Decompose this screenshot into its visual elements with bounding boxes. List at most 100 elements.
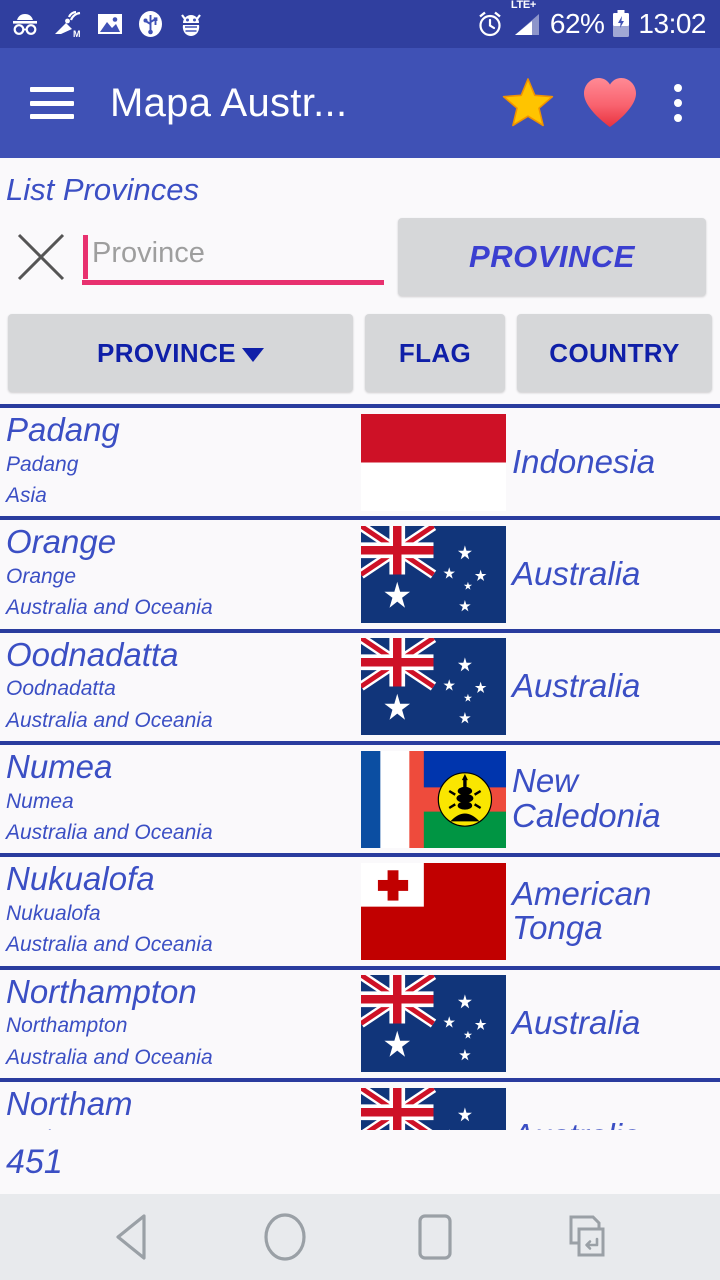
app-switch-icon[interactable] — [548, 1200, 622, 1274]
svg-text:M: M — [73, 29, 81, 38]
phone-screen: M LTE+ 62% 13:02 Mapa Austr... List Prov… — [0, 0, 720, 1280]
province-name: Nukualofa — [6, 860, 155, 898]
sort-by-country-button[interactable]: COUNTRY — [517, 314, 712, 392]
sort-by-province-button[interactable]: PROVINCE — [8, 314, 353, 392]
row-country-cell: New Caledonia — [508, 745, 720, 853]
search-field-wrapper — [82, 229, 384, 285]
android-debug-icon — [181, 13, 201, 36]
satellite-signal-icon: M — [55, 10, 81, 38]
province-capital: Northam — [6, 1125, 358, 1130]
search-field-underline — [82, 280, 384, 285]
province-capital: Padang — [6, 452, 79, 476]
battery-icon — [613, 10, 630, 37]
app-bar: Mapa Austr... — [0, 48, 720, 158]
row-province-cell: Orange Orange Australia and Oceania — [0, 520, 358, 628]
search-input[interactable] — [82, 229, 384, 280]
country-name: American Tonga — [512, 874, 652, 947]
province-name: Oodnadatta — [6, 635, 179, 673]
back-triangle-icon[interactable] — [98, 1200, 172, 1274]
row-province-cell: Northampton Northampton Australia and Oc… — [0, 970, 358, 1078]
hamburger-menu-icon[interactable] — [30, 87, 74, 119]
sort-country-label: COUNTRY — [549, 337, 680, 368]
recents-square-icon[interactable] — [398, 1200, 472, 1274]
province-region: Australia and Oceania — [6, 820, 213, 844]
country-name: New Caledonia — [512, 762, 661, 835]
province-name: Padang — [6, 411, 120, 449]
table-row[interactable]: Nukualofa Nukualofa Australia and Oceani… — [0, 857, 720, 970]
province-name: Orange — [6, 523, 117, 561]
filter-area: List Provinces PROVINCE — [0, 158, 720, 308]
row-country-cell: Australia — [508, 970, 720, 1078]
row-province-cell: Nukualofa Nukualofa Australia and Oceani… — [0, 857, 358, 965]
status-bar-right: LTE+ 62% 13:02 — [476, 0, 706, 39]
country-name: Australia — [512, 1118, 640, 1130]
province-region: Australia and Oceania — [6, 1045, 213, 1069]
star-icon[interactable] — [490, 77, 566, 129]
clear-x-icon[interactable] — [6, 222, 76, 292]
row-country-cell: Indonesia — [508, 408, 720, 516]
flag-australia-icon — [358, 520, 508, 628]
table-row[interactable]: Oodnadatta Oodnadatta Australia and Ocea… — [0, 632, 720, 745]
flag-australia-icon — [358, 970, 508, 1078]
row-country-cell: Australia — [508, 633, 720, 741]
country-name: Australia — [512, 555, 641, 593]
province-capital: Numea — [6, 789, 74, 813]
sort-button-row: PROVINCE FLAG COUNTRY — [0, 308, 720, 404]
province-name: Northampton — [6, 972, 197, 1010]
province-region: Australia and Oceania — [6, 933, 213, 957]
result-count-bar: 451 — [0, 1130, 720, 1194]
status-bar-left-icons: M — [10, 10, 205, 38]
chevron-down-icon — [242, 348, 264, 362]
text-cursor — [83, 235, 88, 279]
province-capital: Northampton — [6, 1014, 128, 1038]
row-country-cell: American Tonga — [508, 857, 720, 965]
heart-icon[interactable] — [566, 76, 654, 130]
table-row[interactable]: Padang Padang Asia Indonesia — [0, 408, 720, 521]
flag-tonga-icon — [358, 857, 508, 965]
home-circle-icon[interactable] — [248, 1200, 322, 1274]
sort-by-flag-button[interactable]: FLAG — [365, 314, 505, 392]
flag-australia-icon — [358, 1082, 508, 1130]
row-province-cell: Oodnadatta Oodnadatta Australia and Ocea… — [0, 633, 358, 741]
province-region: Asia — [6, 484, 47, 508]
country-name: Australia — [512, 1004, 641, 1042]
province-region: Australia and Oceania — [6, 708, 213, 732]
flag-new-caledonia-icon — [358, 745, 508, 853]
network-type-label: LTE+ — [510, 0, 537, 11]
clock-label: 13:02 — [638, 8, 706, 39]
row-province-cell: Padang Padang Asia — [0, 408, 358, 516]
flag-australia-icon — [358, 633, 508, 741]
section-title: List Provinces — [6, 172, 199, 207]
province-region: Australia and Oceania — [6, 596, 213, 620]
province-search-button[interactable]: PROVINCE — [398, 218, 706, 296]
image-icon — [98, 14, 122, 34]
table-row[interactable]: Northampton Northampton Australia and Oc… — [0, 969, 720, 1082]
battery-percent-label: 62% — [549, 8, 605, 39]
sort-province-label: PROVINCE — [96, 337, 236, 368]
android-navigation-bar — [0, 1194, 720, 1280]
row-country-cell: Australia — [508, 1082, 720, 1130]
province-name: Northam — [6, 1084, 133, 1122]
row-country-cell: Australia — [508, 520, 720, 628]
country-name: Indonesia — [512, 442, 656, 480]
row-province-cell: Northam Northam Australia and Oceania — [0, 1082, 358, 1130]
status-bar: M LTE+ 62% 13:02 — [0, 0, 720, 48]
province-name: Numea — [6, 748, 113, 785]
alarm-icon — [479, 11, 501, 37]
table-row[interactable]: Orange Orange Australia and Oceania Aust… — [0, 520, 720, 633]
overflow-menu-icon[interactable] — [654, 75, 702, 131]
country-name: Australia — [512, 667, 641, 705]
flag-indonesia-icon — [358, 408, 508, 516]
result-count-label: 451 — [6, 1142, 63, 1181]
row-province-cell: Numea Numea Australia and Oceania — [0, 745, 358, 853]
table-row[interactable]: Northam Northam Australia and Oceania Au… — [0, 1081, 720, 1130]
search-row: PROVINCE — [0, 216, 720, 308]
network-signal-icon: LTE+ — [511, 0, 543, 38]
province-capital: Nukualofa — [6, 901, 101, 925]
page-title: Mapa Austr... — [110, 80, 348, 125]
province-capital: Orange — [6, 565, 77, 588]
province-list[interactable]: Padang Padang Asia Indonesia Orange Oran… — [0, 408, 720, 1130]
table-row[interactable]: Numea Numea Australia and Oceania New Ca… — [0, 745, 720, 858]
usb-icon — [139, 11, 162, 37]
incognito-icon — [13, 14, 37, 35]
